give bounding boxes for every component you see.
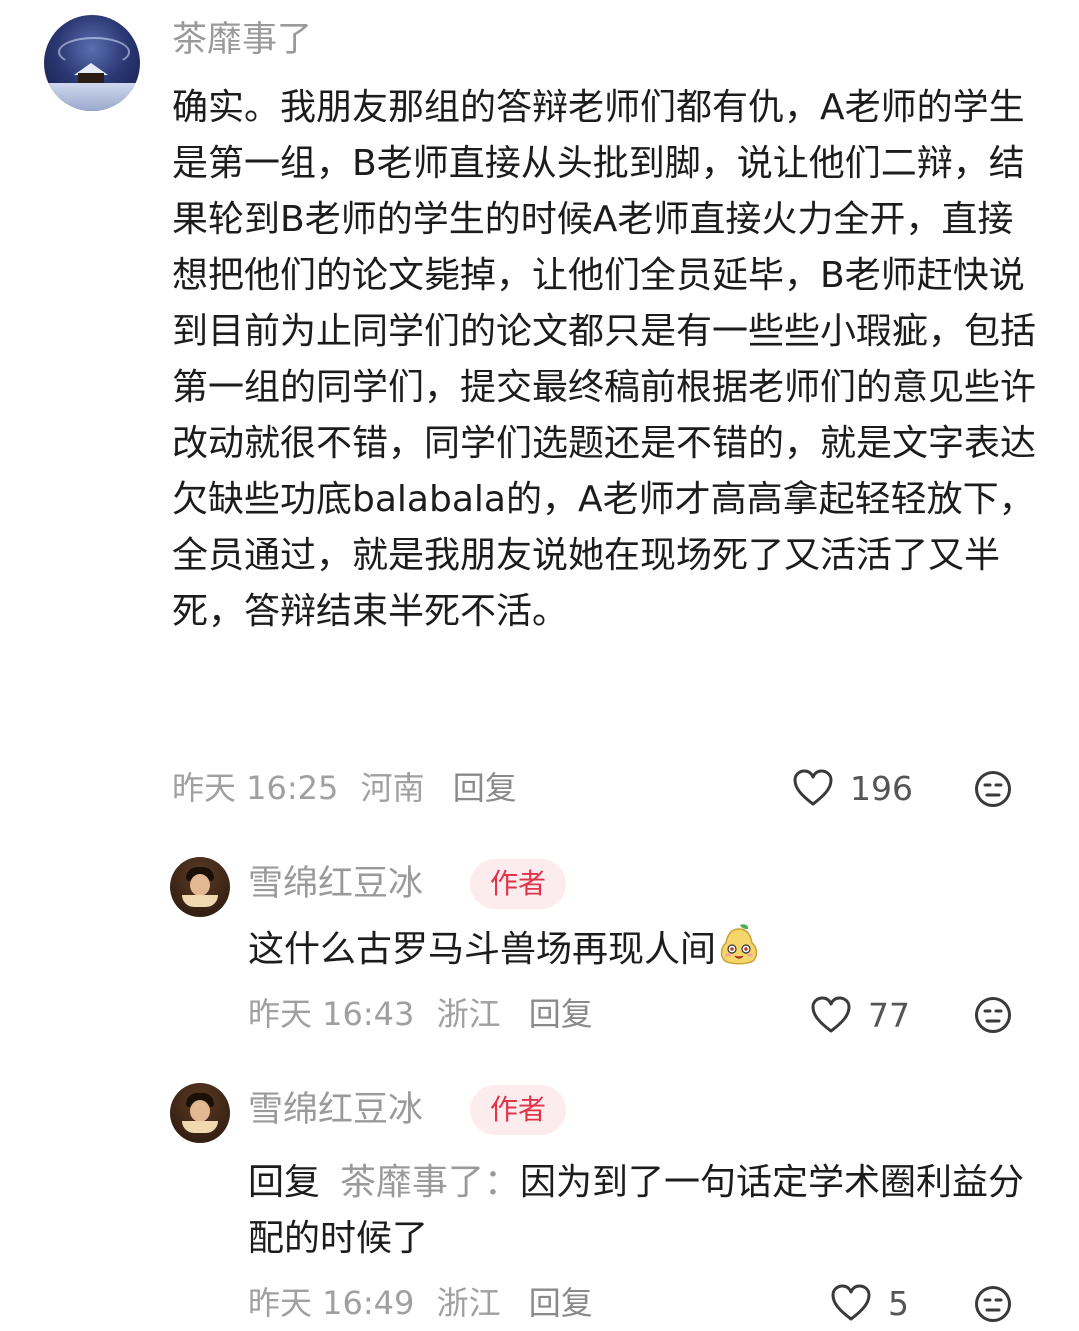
avatar[interactable] xyxy=(44,15,140,111)
avatar[interactable] xyxy=(170,857,230,917)
timestamp: 昨天 16:49 xyxy=(248,1284,415,1322)
author-badge: 作者 xyxy=(470,859,567,909)
username[interactable]: 茶靡事了 xyxy=(172,18,312,62)
avatar[interactable] xyxy=(170,1083,230,1143)
comment-text: 回复 茶靡事了：因为到了一句话定学术圈利益分配的时候了 xyxy=(248,1155,1038,1267)
reply-button[interactable]: 回复 xyxy=(453,769,517,807)
like-count: 5 xyxy=(888,1283,909,1323)
comment-text-content: 这什么古罗马斗兽场再现人间 xyxy=(248,929,717,970)
meh-face-icon[interactable] xyxy=(974,996,1012,1034)
meh-face-icon[interactable] xyxy=(974,770,1012,808)
location: 浙江 xyxy=(436,1284,501,1322)
bowl-decoration xyxy=(182,895,218,907)
bowl-decoration xyxy=(182,1121,218,1133)
reply-button[interactable]: 回复 xyxy=(529,1284,593,1322)
comment-meta: 昨天 16:49 浙江 回复 xyxy=(248,1283,605,1323)
comment-meta: 昨天 16:43 浙江 回复 xyxy=(248,994,605,1034)
reply-target-username[interactable]: 茶靡事了： xyxy=(340,1162,520,1203)
reply-prefix: 回复 xyxy=(248,1162,321,1203)
timestamp: 昨天 16:25 xyxy=(172,769,339,807)
face-decoration xyxy=(190,1100,210,1122)
heart-outline-icon xyxy=(793,769,833,806)
comment-text: 确实。我朋友那组的答辩老师们都有仇，A老师的学生是第一组，B老师直接从头批到脚，… xyxy=(172,87,1037,632)
like-button[interactable]: 196 xyxy=(792,766,913,810)
face-decoration xyxy=(190,874,210,896)
timestamp: 昨天 16:43 xyxy=(248,995,415,1033)
comment-meta: 昨天 16:25 河南 回复 xyxy=(172,768,529,808)
comment-text: 这什么古罗马斗兽场再现人间 xyxy=(248,922,1038,978)
meh-face-icon[interactable] xyxy=(974,1285,1012,1323)
snow-decoration xyxy=(44,83,140,111)
like-button[interactable]: 5 xyxy=(830,1281,909,1325)
author-badge: 作者 xyxy=(470,1085,567,1135)
smiling-pear-emoji xyxy=(720,924,758,965)
username[interactable]: 雪绵红豆冰 xyxy=(248,1088,423,1132)
reply-button[interactable]: 回复 xyxy=(529,995,593,1033)
like-count: 196 xyxy=(850,768,913,808)
like-button[interactable]: 77 xyxy=(810,993,910,1037)
heart-outline-icon xyxy=(811,996,851,1033)
location: 河南 xyxy=(360,769,425,807)
location: 浙江 xyxy=(436,995,501,1033)
username[interactable]: 雪绵红豆冰 xyxy=(248,862,423,906)
like-count: 77 xyxy=(868,995,910,1035)
heart-outline-icon xyxy=(831,1284,871,1321)
